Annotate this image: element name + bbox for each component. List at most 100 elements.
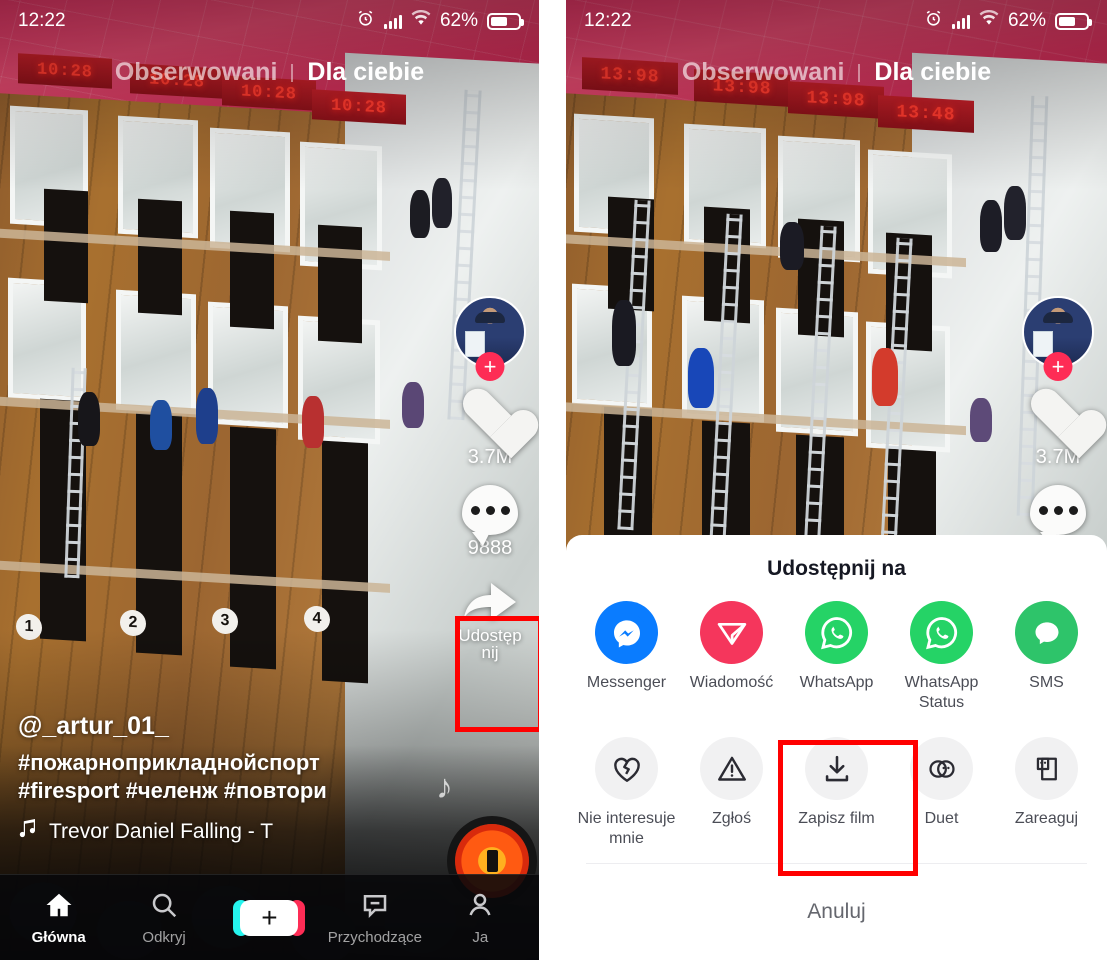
phone-screen-right: 13:98 13:98 13:98 13:48 12:22 62% Obserw… [566, 0, 1107, 960]
nav-label-profile: Ja [472, 928, 489, 946]
share-sheet: Udostępnij na Messenger Wiadomość WhatsA… [566, 535, 1107, 960]
nav-item-profile[interactable]: Ja [430, 890, 530, 946]
follow-plus-icon[interactable]: + [1043, 352, 1073, 381]
action-report[interactable]: Zgłoś [683, 737, 781, 849]
wifi-icon [979, 9, 999, 32]
author-avatar-button[interactable]: + [451, 296, 529, 381]
sms-icon [1015, 601, 1078, 664]
lane-timer-4: 10:28 [312, 89, 406, 125]
inbox-icon [359, 890, 391, 925]
share-arrow-icon [460, 576, 520, 624]
share-label-line2: nij [481, 643, 499, 662]
action-save-video[interactable]: Zapisz film [788, 737, 886, 849]
action-label-report: Zgłoś [711, 810, 752, 827]
tab-for-you[interactable]: Dla ciebie [307, 58, 424, 87]
react-icon [1015, 737, 1078, 800]
home-icon [43, 890, 75, 925]
author-username[interactable]: @_artur_01_ [18, 712, 418, 741]
battery-percent: 62% [1007, 10, 1046, 31]
action-rail-right: + 3.7M [1019, 296, 1097, 551]
share-button[interactable]: Udostęp nij [451, 576, 529, 662]
action-label-react: Zareaguj [1014, 810, 1079, 827]
nav-label-inbox: Przychodzące [327, 928, 422, 946]
heart-icon [1029, 390, 1087, 444]
share-label-sms: SMS [1029, 674, 1064, 691]
floating-music-note-icon: ♪ [436, 768, 453, 806]
lane-timer-4: 13:48 [878, 95, 974, 133]
share-label-whatsapp: WhatsApp [799, 674, 874, 691]
nav-label-discover: Odkryj [142, 928, 186, 946]
video-caption: @_artur_01_ #пожарноприкладнойспорт #fir… [18, 712, 418, 846]
action-not-interested[interactable]: Nie interesuje mnie [578, 737, 676, 849]
music-row[interactable]: Trevor Daniel Falling - T [18, 818, 418, 846]
direct-message-icon [700, 601, 763, 664]
nav-item-create[interactable]: + [219, 899, 319, 936]
status-time: 12:22 [584, 10, 632, 31]
battery-percent: 62% [439, 10, 478, 31]
phone-screen-left: 10:28 10:28 10:28 10:28 1 2 3 4 12:22 62… [0, 0, 539, 960]
share-target-whatsapp[interactable]: WhatsApp [788, 601, 886, 713]
share-label-whatsapp-status: WhatsApp Status [904, 674, 979, 711]
create-plus-icon[interactable]: + [233, 899, 306, 936]
signal-icon [951, 14, 970, 29]
duet-icon [910, 737, 973, 800]
nav-item-home[interactable]: Główna [9, 890, 109, 946]
lane-number-4: 4 [304, 605, 330, 633]
status-time: 12:22 [18, 10, 66, 31]
status-bar-left: 12:22 62% [0, 0, 539, 42]
heart-icon [461, 390, 519, 444]
top-tabs-right: Obserwowani Dla ciebie [566, 58, 1107, 87]
wifi-icon [411, 9, 431, 32]
share-label-direct-message: Wiadomość [689, 674, 774, 691]
download-icon [805, 737, 868, 800]
comment-button[interactable]: 9888 [451, 485, 529, 560]
action-rail-left: + 3.7M 9888 Udostęp nij [451, 296, 529, 678]
action-label-save-video: Zapisz film [798, 810, 875, 827]
whatsapp-icon [805, 601, 868, 664]
tab-for-you[interactable]: Dla ciebie [874, 58, 991, 87]
action-label-duet: Duet [924, 810, 959, 827]
whatsapp-status-icon [910, 601, 973, 664]
tab-divider [291, 63, 294, 82]
action-react[interactable]: Zareaguj [998, 737, 1096, 849]
hashtags-line-1[interactable]: #пожарноприкладнойспорт [18, 749, 418, 777]
hashtags-line-2[interactable]: #firesport #челенж #повтори [18, 777, 418, 805]
tab-following[interactable]: Obserwowani [682, 58, 845, 87]
messenger-icon [595, 601, 658, 664]
author-avatar-button[interactable]: + [1019, 296, 1097, 381]
share-target-sms[interactable]: SMS [998, 601, 1096, 713]
comment-bubble-icon [462, 485, 518, 546]
screenshot-stage: 10:28 10:28 10:28 10:28 1 2 3 4 12:22 62… [0, 0, 1107, 960]
signal-icon [383, 14, 402, 29]
nav-item-discover[interactable]: Odkryj [114, 890, 214, 946]
tab-following[interactable]: Obserwowani [115, 58, 278, 87]
status-bar-right: 12:22 62% [566, 0, 1107, 42]
share-target-messenger[interactable]: Messenger [578, 601, 676, 713]
share-target-whatsapp-status[interactable]: WhatsApp Status [893, 601, 991, 713]
share-target-direct-message[interactable]: Wiadomość [683, 601, 781, 713]
music-title: Trevor Daniel Falling - T [49, 820, 274, 843]
nav-item-inbox[interactable]: Przychodzące [325, 890, 425, 946]
broken-heart-icon [595, 737, 658, 800]
battery-icon [487, 12, 524, 30]
tab-divider [858, 63, 861, 82]
search-icon [148, 890, 180, 925]
cancel-button[interactable]: Anuluj [566, 864, 1107, 960]
like-button[interactable]: 3.7M [451, 390, 529, 469]
share-actions-row: Nie interesuje mnie Zgłoś Zapisz film Du… [566, 717, 1107, 853]
like-button[interactable]: 3.7M [1019, 390, 1097, 469]
top-tabs-left: Obserwowani Dla ciebie [0, 58, 539, 87]
follow-plus-icon[interactable]: + [475, 352, 505, 381]
alarm-icon [924, 9, 943, 34]
nav-label-home: Główna [31, 928, 86, 946]
lane-number-1: 1 [16, 613, 42, 641]
share-sheet-title: Udostępnij na [767, 557, 906, 580]
bottom-nav-left: Główna Odkryj + Przychodzące Ja [0, 874, 539, 960]
music-note-icon [18, 818, 38, 846]
lane-number-2: 2 [120, 609, 146, 637]
comment-button[interactable] [1019, 485, 1097, 546]
warning-triangle-icon [700, 737, 763, 800]
action-duet[interactable]: Duet [893, 737, 991, 849]
comment-bubble-icon [1030, 485, 1086, 546]
profile-icon [464, 890, 496, 925]
